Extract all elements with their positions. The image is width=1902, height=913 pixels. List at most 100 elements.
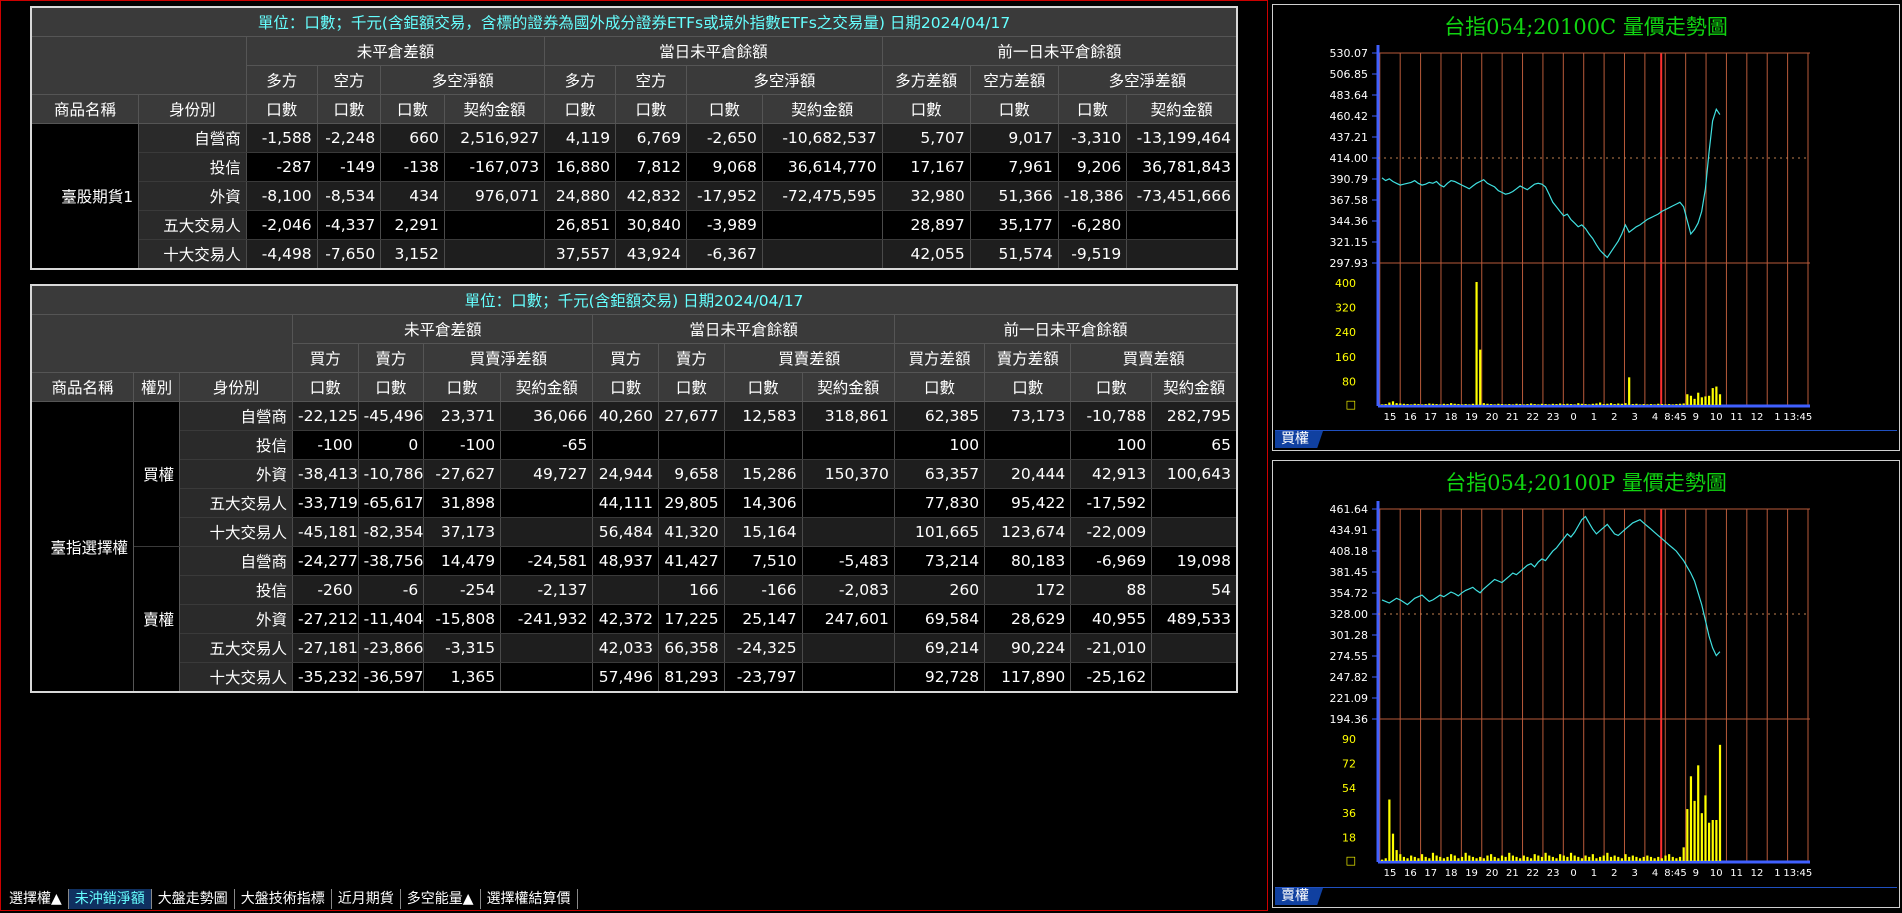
- table-cell: -8,534: [317, 181, 382, 211]
- volume-bar: [1446, 856, 1449, 861]
- table-cell: 32,980: [882, 181, 971, 211]
- volume-bar: [1450, 854, 1453, 861]
- volume-bar: [1551, 403, 1554, 405]
- price-series-line: [1381, 515, 1721, 657]
- column-header: 口數: [592, 372, 660, 402]
- volume-bar: [1464, 852, 1467, 861]
- time-tick-label: 17: [1424, 868, 1437, 879]
- volume-bar: [1399, 854, 1402, 861]
- table-cell: 2,516,927: [444, 123, 546, 153]
- group-header: 未平倉差額: [292, 314, 594, 344]
- volume-bar: [1584, 855, 1587, 861]
- table-cell: 101,665: [894, 517, 986, 547]
- price-tick-label: 344.36: [1330, 215, 1369, 228]
- header-blank: [31, 314, 293, 373]
- bottom-tab[interactable]: 選擇權結算價: [480, 889, 578, 909]
- table-cell: -18,386: [1058, 181, 1128, 211]
- table-cell: 20,444: [984, 459, 1072, 489]
- table-cell: 172: [984, 575, 1072, 605]
- table-cell: 63,357: [894, 459, 986, 489]
- group-header: 前一日未平倉餘額: [894, 314, 1238, 344]
- price-tick-label: 461.64: [1330, 503, 1369, 516]
- volume-bar: [1442, 403, 1445, 405]
- volume-bar: [1490, 854, 1493, 861]
- volume-bar: [1388, 799, 1391, 861]
- call-chart-tab[interactable]: 買權: [1275, 431, 1323, 448]
- volume-tick-label: 160: [1335, 351, 1356, 364]
- table-cell: -6,280: [1058, 210, 1128, 240]
- identity-label: 十大交易人: [179, 662, 293, 693]
- table-cell: 42,055: [882, 239, 971, 270]
- table-cell: 16,880: [544, 152, 617, 182]
- table-cell: -6,367: [686, 239, 763, 270]
- volume-bar: [1413, 403, 1416, 405]
- volume-bar: [1537, 855, 1540, 861]
- volume-tick-label: 80: [1342, 375, 1356, 388]
- volume-bar: [1493, 856, 1496, 861]
- table-cell: 36,066: [500, 401, 594, 431]
- volume-bar: [1497, 858, 1500, 861]
- table-cell: -45,496: [358, 401, 425, 431]
- volume-bar: [1613, 855, 1616, 861]
- table-cell: 30,840: [615, 210, 687, 240]
- sub-header: 賣方差額: [984, 343, 1072, 373]
- volume-bar: [1420, 404, 1424, 405]
- group-header: 前一日未平倉餘額: [882, 36, 1238, 66]
- identity-label: 自營商: [179, 546, 293, 576]
- column-header: 契約金額: [1126, 94, 1238, 124]
- table-cell: [500, 662, 594, 693]
- table-cell: -260: [292, 575, 359, 605]
- table-cell: [802, 517, 895, 547]
- table-cell: [1126, 239, 1238, 270]
- time-tick-label: 21: [1506, 412, 1519, 423]
- column-header: 口數: [882, 94, 971, 124]
- volume-bar: [1631, 855, 1634, 861]
- bottom-tab[interactable]: 選擇權▲: [3, 889, 69, 909]
- time-tick-label: 11: [1730, 412, 1743, 423]
- price-tick-label: 321.15: [1330, 236, 1369, 249]
- bottom-tab[interactable]: 大盤走勢圖: [151, 889, 235, 909]
- table-cell: 100: [894, 430, 986, 460]
- time-tick-label: 16: [1404, 412, 1417, 423]
- price-tick-label: 437.21: [1330, 131, 1369, 144]
- volume-bar: [1544, 404, 1547, 405]
- table-cell: 73,214: [894, 546, 986, 576]
- table-cell: 88: [1070, 575, 1153, 605]
- bottom-tab[interactable]: 近月期貨: [331, 889, 401, 909]
- put-chart-tab[interactable]: 賣權: [1275, 888, 1323, 905]
- volume-bar: [1718, 744, 1722, 861]
- volume-bar: [1646, 855, 1649, 861]
- volume-bar: [1653, 404, 1656, 405]
- sub-header: 多空淨差額: [1058, 65, 1238, 95]
- volume-bar: [1431, 852, 1435, 861]
- time-tick-label: 17: [1424, 412, 1437, 423]
- time-tick-label: 2: [1611, 412, 1617, 423]
- price-tick-label: 221.09: [1330, 692, 1369, 705]
- volume-bar: [1493, 404, 1496, 405]
- table-cell: -17,952: [686, 181, 763, 211]
- volume-bar: [1417, 858, 1420, 861]
- time-tick-label: 1: [1774, 412, 1780, 423]
- table-cell: -100: [423, 430, 502, 460]
- time-tick-label: 1: [1591, 868, 1597, 879]
- volume-tick-label: 400: [1335, 277, 1356, 290]
- volume-bar: [1689, 776, 1693, 861]
- volume-bar: [1406, 404, 1409, 405]
- volume-bar: [1664, 855, 1667, 861]
- bottom-tab[interactable]: 多空能量▲: [400, 889, 481, 909]
- volume-bar: [1464, 404, 1467, 405]
- table-row: 五大交易人 -33,719 -65,617 31,898 44,111 29,805 14,…: [31, 488, 1238, 518]
- table-cell: 77,830: [894, 488, 986, 518]
- volume-bar: [1399, 403, 1402, 405]
- table-cell: 28,897: [882, 210, 971, 240]
- volume-bar: [1515, 403, 1518, 405]
- bottom-tab[interactable]: 未沖銷淨額: [68, 889, 152, 909]
- time-tick-label: 10: [1710, 412, 1723, 423]
- volume-bar: [1606, 852, 1609, 861]
- volume-bar: [1591, 854, 1594, 861]
- sub-header: 多方: [544, 65, 617, 95]
- time-tick-label: 9: [1693, 412, 1699, 423]
- table-cell: 42,832: [615, 181, 687, 211]
- bottom-tab[interactable]: 大盤技術指標: [234, 889, 332, 909]
- table-row: 十大交易人 -35,232 -36,597 1,365 57,496 81,293 -23,…: [31, 662, 1238, 693]
